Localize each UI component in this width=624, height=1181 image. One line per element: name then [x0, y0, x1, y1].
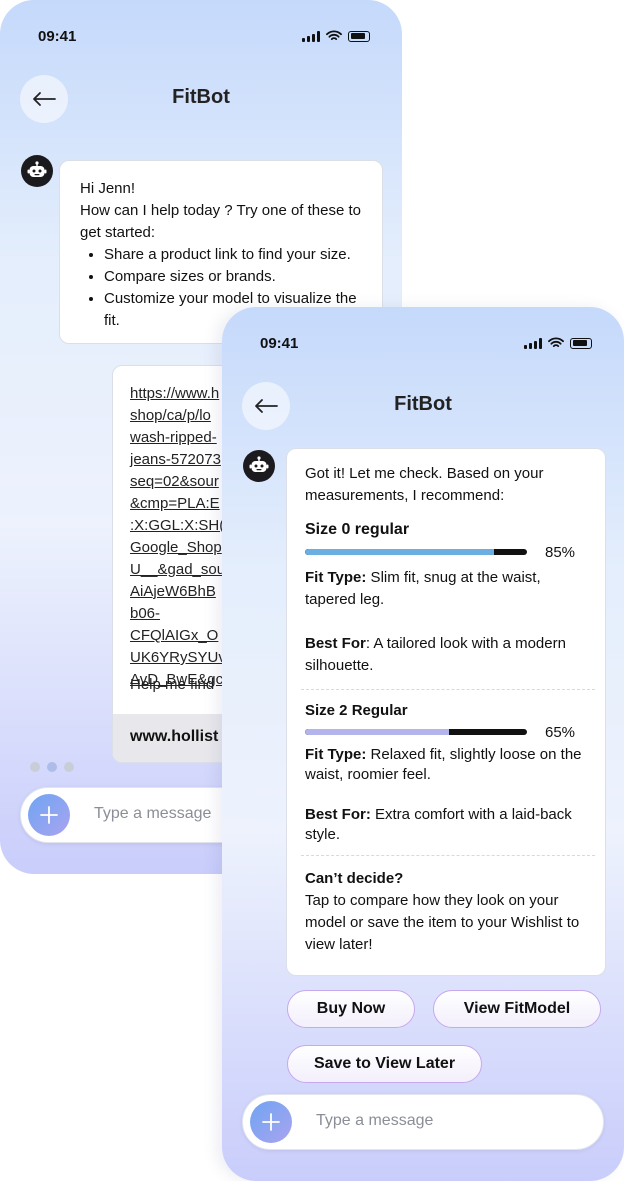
list-item: Compare sizes or brands.: [104, 266, 364, 288]
intro-text: Got it! Let me check. Based on your meas…: [305, 465, 544, 504]
fit-progress-bar: [305, 729, 527, 735]
size-name: Size 2 Regular: [305, 702, 408, 719]
message-input[interactable]: Type a message: [316, 1112, 433, 1130]
typing-indicator: [30, 762, 74, 772]
add-attachment-button[interactable]: [250, 1101, 292, 1143]
view-fitmodel-button[interactable]: View FitModel: [433, 990, 601, 1028]
battery-icon: [570, 337, 592, 349]
chat-screen-foreground: 09:41 FitBot Got it! Let me check. Based…: [222, 307, 624, 1181]
fit-type-label: Fit Type:: [305, 746, 367, 763]
robot-icon: [249, 456, 269, 472]
plus-icon: [262, 1113, 280, 1131]
bot-avatar: [243, 450, 275, 482]
buy-now-button[interactable]: Buy Now: [287, 990, 415, 1028]
fit-type: Fit Type: Relaxed fit, slightly loose on…: [305, 745, 591, 785]
cant-decide-text: Tap to compare how they look on your mod…: [305, 892, 580, 953]
battery-icon: [348, 30, 370, 42]
greeting-line: Hi Jenn!: [80, 180, 136, 197]
divider: [301, 689, 595, 690]
plus-icon: [40, 806, 58, 824]
best-for: Best For: A tailored look with a modern …: [305, 633, 591, 677]
robot-icon: [27, 161, 47, 177]
size-name: Size 0 regular: [305, 521, 410, 538]
status-icons: [302, 30, 370, 42]
link-domain: www.hollist: [130, 728, 219, 745]
wifi-icon: [326, 30, 342, 40]
cant-decide-section: Can’t decide? Tap to compare how they lo…: [305, 868, 591, 956]
product-link[interactable]: https://www.h shop/ca/p/lo wash-ripped- …: [130, 383, 226, 691]
add-attachment-button[interactable]: [28, 794, 70, 836]
fit-progress-fill: [305, 549, 494, 555]
best-for-label: Best For:: [305, 806, 371, 823]
page-title: FitBot: [394, 393, 452, 415]
list-item: Share a product link to find your size.: [104, 244, 364, 266]
bot-avatar: [21, 155, 53, 187]
fit-type-label: Fit Type:: [305, 569, 367, 586]
link-message-caption: Help me find: [130, 676, 215, 693]
save-to-view-later-button[interactable]: Save to View Later: [287, 1045, 482, 1083]
fit-progress-fill: [305, 729, 450, 735]
fit-type: Fit Type: Slim fit, snug at the waist, t…: [305, 567, 591, 611]
wifi-icon: [548, 337, 564, 347]
status-time: 09:41: [38, 28, 77, 45]
status-icons: [524, 337, 592, 349]
divider: [301, 855, 595, 856]
signal-icon: [524, 337, 542, 349]
size-option: Size 2 Regular 65% Fit Type: Relaxed fit…: [305, 702, 591, 845]
signal-icon: [302, 30, 320, 42]
message-input-bar[interactable]: Type a message: [242, 1094, 604, 1150]
status-time: 09:41: [260, 335, 299, 352]
message-input[interactable]: Type a message: [94, 805, 211, 823]
greeting-prompt: How can I help today ? Try one of these …: [80, 202, 362, 241]
fit-percentage: 85%: [545, 543, 576, 561]
fit-progress-bar: [305, 549, 527, 555]
page-title: FitBot: [172, 86, 230, 108]
fit-percentage: 65%: [545, 723, 576, 741]
best-for: Best For: Extra comfort with a laid-back…: [305, 805, 591, 845]
recommendation-message: Got it! Let me check. Based on your meas…: [286, 448, 606, 976]
cant-decide-title: Can’t decide?: [305, 870, 404, 887]
size-option: Size 0 regular 85% Fit Type: Slim fit, s…: [305, 521, 591, 677]
best-for-label: Best For: [305, 635, 366, 652]
